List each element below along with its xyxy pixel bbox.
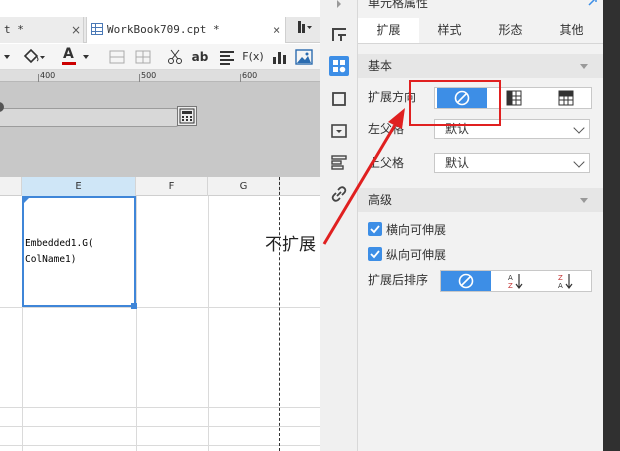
cell-formula-text: Embedded1.G( ColName1) xyxy=(25,238,94,265)
svg-text:Z: Z xyxy=(558,274,563,282)
section-advanced-header[interactable]: 高级 xyxy=(358,188,603,212)
gridline xyxy=(0,445,320,446)
gridline xyxy=(208,196,209,451)
parameter-pane xyxy=(0,82,320,177)
tab-expand[interactable]: 扩展 xyxy=(358,18,419,43)
cell-element-icon[interactable] xyxy=(329,89,349,109)
svg-text:A: A xyxy=(508,274,513,282)
ruler-mark-500: 500 xyxy=(141,71,157,80)
tab-style[interactable]: 样式 xyxy=(419,18,480,43)
gridline xyxy=(0,407,320,408)
ruler-tick xyxy=(38,74,39,82)
section-basic-title: 基本 xyxy=(368,59,393,73)
window-edge xyxy=(603,0,620,451)
condition-attributes-icon[interactable] xyxy=(329,121,349,141)
ruler-tick xyxy=(240,74,241,82)
ruler-mark-600: 600 xyxy=(242,71,258,80)
horizontal-expand-icon[interactable] xyxy=(541,88,591,108)
tab-divider xyxy=(358,43,603,44)
tab-active-workbook[interactable]: WorkBook709.cpt * × xyxy=(86,17,286,43)
tab-other[interactable]: 其他 xyxy=(541,18,602,43)
gridline xyxy=(136,196,137,451)
border-icon[interactable] xyxy=(108,48,126,66)
tab-close-icon[interactable]: × xyxy=(273,17,280,43)
section-basic-header[interactable]: 基本 xyxy=(358,54,603,78)
column-header-d[interactable] xyxy=(0,177,22,196)
ruler-tick xyxy=(139,74,140,82)
tab-previous-close-icon[interactable]: × xyxy=(71,17,81,43)
document-tab-bar: t * WorkBook709.cpt * × × xyxy=(0,17,320,43)
ruler-mark-400: 400 xyxy=(40,71,56,80)
image-icon[interactable] xyxy=(295,48,313,66)
svg-text:A: A xyxy=(558,282,563,290)
workbook-file-icon xyxy=(91,23,103,35)
widget-settings-icon[interactable] xyxy=(329,24,349,44)
spreadsheet-grid[interactable]: E F G Embedded1.G( ColName1) xyxy=(0,177,320,451)
sort-after-expand-label: 扩展后排序 xyxy=(368,273,429,287)
chevron-down-icon xyxy=(573,122,585,134)
tab-previous-label: t * xyxy=(4,23,24,36)
property-icon-sidebar xyxy=(320,0,358,451)
cell-attributes-icon[interactable] xyxy=(329,56,349,76)
horizontal-stretch-label[interactable]: 横向可伸展 xyxy=(386,221,446,238)
page-break-line xyxy=(279,177,280,451)
sort-ascending-icon[interactable]: AZ xyxy=(491,271,541,291)
align-left-icon[interactable] xyxy=(218,48,236,66)
formula-button[interactable]: F(x) xyxy=(242,48,264,66)
horizontal-ruler: 400 500 600 xyxy=(0,70,320,82)
designer-area: t * WorkBook709.cpt * × × A ab F(x) 400 … xyxy=(0,0,320,451)
top-parent-select[interactable]: 默认 xyxy=(434,153,590,173)
collapse-arrow-icon[interactable] xyxy=(329,0,349,14)
paint-bucket-icon[interactable] xyxy=(22,48,46,66)
tab-dropdown-icon[interactable] xyxy=(290,17,320,43)
calculator-icon[interactable] xyxy=(177,106,197,126)
top-parent-value: 默认 xyxy=(445,156,470,170)
gridline xyxy=(0,307,320,308)
cut-icon[interactable] xyxy=(166,48,184,66)
section-collapse-caret-icon[interactable] xyxy=(580,198,588,203)
vertical-stretch-label[interactable]: 纵向可伸展 xyxy=(386,246,446,263)
column-header-g[interactable]: G xyxy=(208,177,280,196)
no-sort-icon[interactable] xyxy=(441,271,491,291)
panel-expand-icon[interactable] xyxy=(586,0,598,8)
font-color-button[interactable]: A xyxy=(60,46,90,66)
tab-shape[interactable]: 形态 xyxy=(480,18,541,43)
cell-properties-panel: 单元格属性 扩展 样式 形态 其他 基本 扩展方向 左父格 默认 上父格 默认 xyxy=(358,0,603,451)
chevron-down-icon xyxy=(573,156,585,168)
cell-fill-handle[interactable] xyxy=(131,303,137,309)
section-collapse-caret-icon[interactable] xyxy=(580,64,588,69)
panel-title: 单元格属性 xyxy=(368,0,429,10)
column-header-e[interactable]: E xyxy=(22,177,136,196)
top-parent-label: 上父格 xyxy=(368,156,405,170)
bar-chart-icon[interactable] xyxy=(270,48,288,66)
column-header-f[interactable]: F xyxy=(136,177,208,196)
horizontal-stretch-checkbox[interactable] xyxy=(368,222,382,236)
svg-text:Z: Z xyxy=(508,282,513,290)
text-tool-button[interactable]: ab xyxy=(190,48,210,66)
section-advanced-title: 高级 xyxy=(368,193,393,207)
gridline xyxy=(0,426,320,427)
layout-list-icon[interactable] xyxy=(329,152,349,172)
left-parent-label: 左父格 xyxy=(368,122,405,136)
parameter-input[interactable] xyxy=(0,108,178,127)
column-header-row: E F G xyxy=(0,177,320,196)
tab-active-label: WorkBook709.cpt * xyxy=(107,23,220,36)
toolbar-overflow-caret-icon[interactable] xyxy=(3,48,11,66)
highlight-box xyxy=(409,80,501,126)
annotation-text: 不扩展 xyxy=(265,235,316,255)
font-color-glyph: A xyxy=(63,46,74,62)
font-color-swatch xyxy=(62,62,76,65)
vertical-stretch-checkbox[interactable] xyxy=(368,247,382,261)
column-header-h[interactable] xyxy=(280,177,320,196)
cell-expand-marker-icon xyxy=(24,198,29,203)
sort-descending-icon[interactable]: ZA xyxy=(541,271,591,291)
panel-tab-bar: 扩展 样式 形态 其他 xyxy=(358,18,603,43)
merge-cells-icon[interactable] xyxy=(134,48,152,66)
format-toolbar: A ab F(x) xyxy=(0,44,320,70)
hyperlink-icon[interactable] xyxy=(329,184,349,204)
sort-segmented: AZ ZA xyxy=(440,270,592,292)
